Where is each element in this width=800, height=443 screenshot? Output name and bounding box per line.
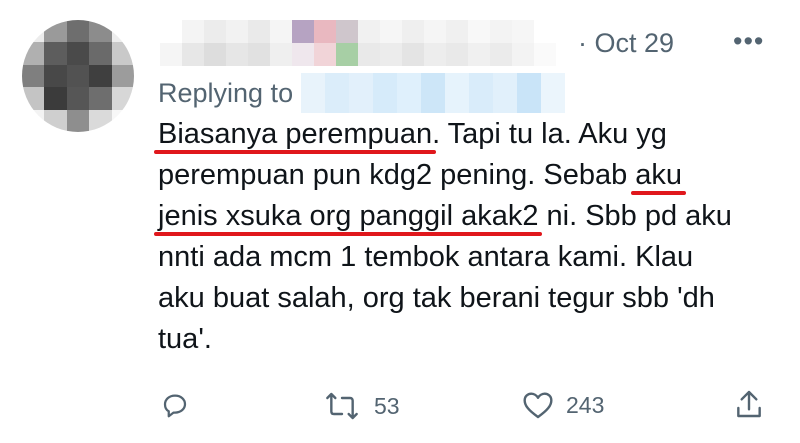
underlined-text: Biasanya perempuan bbox=[158, 118, 433, 150]
like-button[interactable]: 243 bbox=[522, 390, 604, 420]
reply-button[interactable] bbox=[160, 390, 202, 420]
heart-icon bbox=[523, 392, 553, 419]
text-segment: ni. Sbb pd aku bbox=[538, 200, 732, 232]
tweet-text-line: aku buat salah, org tak berani tegur sbb… bbox=[158, 278, 778, 319]
tweet-text-line: Biasanya perempuan. Tapi tu la. Aku yg bbox=[158, 114, 778, 155]
share-button[interactable] bbox=[734, 388, 776, 420]
text-segment: perempuan pun kdg2 pening. Sebab bbox=[158, 159, 636, 191]
reply-icon bbox=[163, 394, 187, 418]
replying-to-handle-blurred[interactable] bbox=[301, 73, 566, 113]
replying-to-label: Replying to bbox=[158, 77, 294, 108]
more-options-icon[interactable]: ••• bbox=[733, 26, 764, 57]
tweet-text: Biasanya perempuan. Tapi tu la. Aku yg pe… bbox=[158, 114, 778, 360]
tweet-text-line: perempuan pun kdg2 pening. Sebab aku bbox=[158, 155, 778, 196]
tweet-date[interactable]: · Oct 29 bbox=[578, 28, 674, 59]
tweet-text-line: tua'. bbox=[158, 319, 778, 360]
retweet-button[interactable]: 53 bbox=[322, 390, 400, 422]
text-segment: aku buat salah, org tak berani tegur sbb… bbox=[158, 282, 715, 314]
tweet-text-line: nnti ada mcm 1 tembok antara kami. Klau bbox=[158, 237, 778, 278]
underlined-text: jenis xsuka org panggil akak2 bbox=[158, 200, 539, 232]
tweet-text-line: jenis xsuka org panggil akak2 ni. Sbb pd… bbox=[158, 196, 778, 237]
tweet-actions: 53 243 bbox=[0, 386, 800, 430]
underlined-text: aku bbox=[635, 159, 683, 191]
retweet-icon bbox=[326, 392, 358, 420]
author-name-blurred[interactable] bbox=[160, 20, 556, 66]
like-count: 243 bbox=[566, 391, 605, 418]
replying-to: Replying to bbox=[158, 73, 566, 113]
retweet-count: 53 bbox=[374, 392, 400, 419]
avatar[interactable] bbox=[22, 20, 134, 132]
text-segment: . Tapi tu la. Aku yg bbox=[432, 118, 667, 150]
share-icon bbox=[737, 390, 761, 418]
text-segment: nnti ada mcm 1 tembok antara kami. Klau bbox=[158, 241, 694, 273]
text-segment: tua'. bbox=[158, 323, 212, 355]
